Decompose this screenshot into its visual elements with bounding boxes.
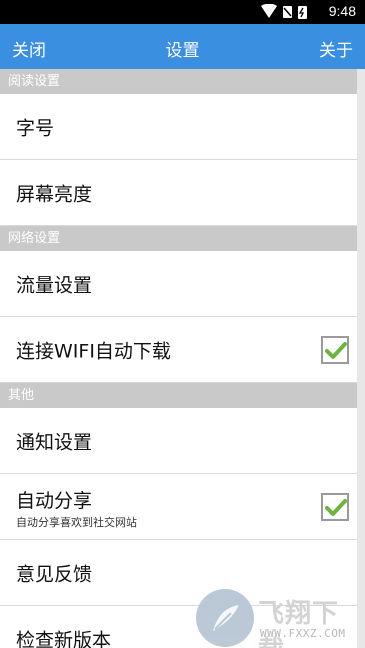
watermark-circle [196, 589, 254, 647]
feather-icon [213, 605, 239, 631]
close-button[interactable]: 关闭 [12, 36, 46, 61]
wifi-auto-download-label: 连接WIFI自动下载 [16, 340, 171, 362]
page-title: 设置 [165, 41, 200, 61]
check-update-label: 检查新版本 [16, 629, 112, 648]
feedback-label: 意见反馈 [16, 563, 93, 585]
auto-share-label: 自动分享 [16, 490, 93, 512]
watermark-logo: 飞翔下载 WWW.FXXZ.COM [196, 589, 365, 648]
data-usage-item[interactable]: 流量设置 [0, 251, 365, 317]
data-usage-label: 流量设置 [16, 274, 93, 296]
screen-brightness-label: 屏幕亮度 [16, 183, 93, 205]
auto-share-checkbox[interactable] [321, 492, 349, 521]
section-header-other: 其他 [0, 383, 365, 408]
notification-settings-item[interactable]: 通知设置 [0, 408, 365, 474]
status-bar: 9:48 [0, 0, 365, 24]
section-header-network: 网络设置 [0, 226, 365, 251]
checkmark-icon [325, 498, 347, 516]
app-bar: 关闭 设置 关于 [0, 24, 365, 69]
checkmark-icon [325, 341, 347, 359]
auto-share-description: 自动分享喜欢到社交网站 [16, 516, 137, 529]
wifi-auto-download-item[interactable]: 连接WIFI自动下载 [0, 317, 365, 383]
notification-settings-label: 通知设置 [16, 431, 93, 453]
status-icons [261, 4, 309, 20]
screen-brightness-item[interactable]: 屏幕亮度 [0, 160, 365, 226]
wifi-icon [261, 4, 277, 18]
about-button[interactable]: 关于 [319, 36, 353, 61]
wifi-auto-download-checkbox[interactable] [321, 335, 349, 364]
status-indicators-icon [261, 4, 307, 19]
font-size-label: 字号 [16, 117, 55, 139]
font-size-item[interactable]: 字号 [0, 94, 365, 160]
section-header-reading: 阅读设置 [0, 69, 365, 94]
settings-list[interactable]: 阅读设置 字号 屏幕亮度 网络设置 流量设置 连接WIFI自动下载 其他 通知设… [0, 69, 365, 648]
watermark-url: WWW.FXXZ.COM [260, 627, 346, 640]
status-time: 9:48 [328, 3, 356, 19]
scrollbar[interactable] [357, 69, 365, 648]
auto-share-item[interactable]: 自动分享 自动分享喜欢到社交网站 [0, 474, 365, 540]
